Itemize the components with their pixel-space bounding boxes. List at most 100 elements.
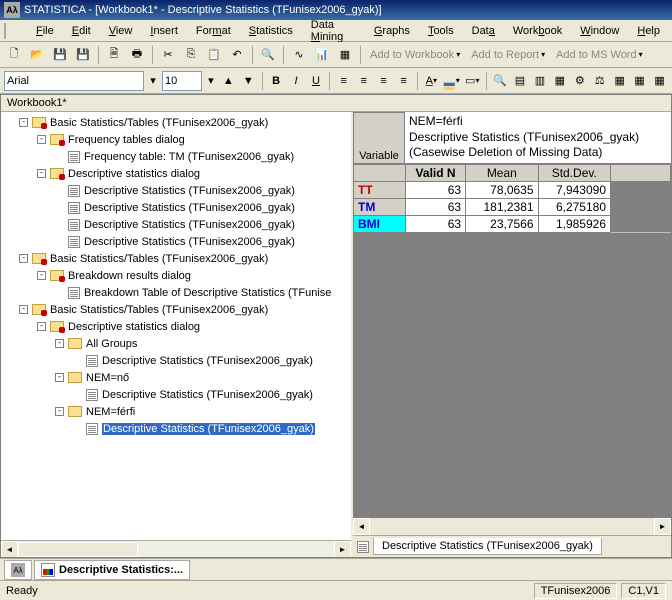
tree-item[interactable]: -NEM=férfi: [1, 403, 351, 420]
row-header[interactable]: TT: [354, 181, 406, 198]
tree-item[interactable]: -Basic Statistics/Tables (TFunisex2006_g…: [1, 301, 351, 318]
scroll-left-icon[interactable]: ◄: [353, 518, 370, 535]
tree-item[interactable]: Descriptive Statistics (TFunisex2006_gya…: [1, 199, 351, 216]
data-cell[interactable]: 63: [406, 215, 466, 232]
font-name-select[interactable]: [4, 71, 144, 91]
paste-button[interactable]: 📋: [204, 45, 224, 65]
menu-window[interactable]: Window: [572, 23, 627, 39]
cut-button[interactable]: ✂: [158, 45, 178, 65]
tree-item[interactable]: Descriptive Statistics (TFunisex2006_gya…: [1, 420, 351, 437]
data-cell[interactable]: 7,943090: [538, 181, 610, 198]
scroll-right-icon[interactable]: ►: [334, 541, 351, 558]
print-preview-button[interactable]: 🗎: [104, 45, 124, 65]
menu-tools[interactable]: Tools: [420, 23, 462, 39]
save-button[interactable]: 💾: [50, 45, 70, 65]
underline-button[interactable]: U: [307, 71, 324, 91]
menu-insert[interactable]: Insert: [142, 23, 186, 39]
zoom-button[interactable]: 🔍: [492, 71, 509, 91]
new-button[interactable]: 🗋: [4, 45, 24, 65]
tree-item[interactable]: -All Groups: [1, 335, 351, 352]
tree-item[interactable]: Descriptive Statistics (TFunisex2006_gya…: [1, 352, 351, 369]
markers-button[interactable]: ▦: [611, 71, 628, 91]
sheet-tab[interactable]: Descriptive Statistics (TFunisex2006_gya…: [373, 538, 602, 555]
bottom-tab-descriptive[interactable]: Descriptive Statistics:...: [34, 560, 190, 580]
tree-item[interactable]: -NEM=nő: [1, 369, 351, 386]
copy-button[interactable]: ⎘: [181, 45, 201, 65]
data-cell[interactable]: 23,7566: [466, 215, 538, 232]
weight-button[interactable]: ⚖: [591, 71, 608, 91]
add-word-button[interactable]: Add to MS Word ▾: [552, 47, 647, 63]
menu-view[interactable]: View: [101, 23, 141, 39]
scroll-thumb[interactable]: [18, 542, 138, 557]
macro-button[interactable]: ▦: [335, 45, 355, 65]
menu-statistics[interactable]: Statistics: [241, 23, 301, 39]
tree-toggle-icon[interactable]: -: [19, 305, 28, 314]
graphs-button[interactable]: 📊: [312, 45, 332, 65]
size-drop-icon[interactable]: ▾: [205, 71, 217, 91]
tree-item[interactable]: -Basic Statistics/Tables (TFunisex2006_g…: [1, 250, 351, 267]
tree-item[interactable]: Descriptive Statistics (TFunisex2006_gya…: [1, 233, 351, 250]
column-header[interactable]: Valid N: [406, 164, 466, 181]
border-color-button[interactable]: ▭▾: [464, 71, 481, 91]
cases-button[interactable]: ▥: [531, 71, 548, 91]
data-cell[interactable]: 63: [406, 181, 466, 198]
size-down-button[interactable]: ▼: [240, 71, 257, 91]
tree-item[interactable]: Descriptive Statistics (TFunisex2006_gya…: [1, 216, 351, 233]
grid-hscroll[interactable]: ◄ ►: [353, 518, 671, 535]
align-justify-button[interactable]: ≡: [395, 71, 412, 91]
tree-item[interactable]: Descriptive Statistics (TFunisex2006_gya…: [1, 386, 351, 403]
scroll-right-icon[interactable]: ►: [654, 518, 671, 535]
column-header[interactable]: Mean: [466, 164, 538, 181]
print-button[interactable]: 🖶: [127, 45, 147, 65]
font-color-button[interactable]: A▾: [423, 71, 440, 91]
font-drop-icon[interactable]: ▾: [147, 71, 159, 91]
font-size-select[interactable]: [162, 71, 202, 91]
undo-button[interactable]: ↶: [227, 45, 247, 65]
menu-edit[interactable]: Edit: [64, 23, 99, 39]
menu-workbook[interactable]: Workbook: [505, 23, 570, 39]
tree-item[interactable]: -Frequency tables dialog: [1, 131, 351, 148]
row-header[interactable]: TM: [354, 198, 406, 215]
tree-toggle-icon[interactable]: -: [37, 135, 46, 144]
tree-toggle-icon[interactable]: -: [55, 407, 64, 416]
menu-data[interactable]: Data: [464, 23, 503, 39]
find-button[interactable]: 🔍: [258, 45, 278, 65]
tree-item[interactable]: Descriptive Statistics (TFunisex2006_gya…: [1, 182, 351, 199]
menu-grip-icon[interactable]: [4, 23, 22, 39]
tree-item[interactable]: -Descriptive statistics dialog: [1, 318, 351, 335]
tree-toggle-icon[interactable]: -: [37, 322, 46, 331]
tree-item[interactable]: -Descriptive statistics dialog: [1, 165, 351, 182]
menu-format[interactable]: Format: [188, 23, 239, 39]
bold-button[interactable]: B: [268, 71, 285, 91]
bottom-tab-app[interactable]: Aλ: [4, 560, 32, 580]
tree-toggle-icon[interactable]: -: [19, 254, 28, 263]
tree-toggle-icon[interactable]: -: [19, 118, 28, 127]
add-workbook-button[interactable]: Add to Workbook ▾: [366, 47, 464, 63]
data-cell[interactable]: 63: [406, 198, 466, 215]
options-button[interactable]: ▦: [651, 71, 668, 91]
data-cell[interactable]: 1,985926: [538, 215, 610, 232]
sel-cond-button[interactable]: ⚙: [571, 71, 588, 91]
column-header[interactable]: Std.Dev.: [538, 164, 610, 181]
data-cell[interactable]: 6,275180: [538, 198, 610, 215]
data-cell[interactable]: 181,2381: [466, 198, 538, 215]
align-left-button[interactable]: ≡: [335, 71, 352, 91]
tree-toggle-icon[interactable]: -: [37, 271, 46, 280]
menu-file[interactable]: File: [28, 23, 62, 39]
add-report-button[interactable]: Add to Report ▾: [467, 47, 549, 63]
tree-item[interactable]: -Basic Statistics/Tables (TFunisex2006_g…: [1, 114, 351, 131]
align-right-button[interactable]: ≡: [375, 71, 392, 91]
tree-hscroll[interactable]: ◄ ►: [1, 540, 351, 557]
output-button[interactable]: ▦: [631, 71, 648, 91]
fill-color-button[interactable]: ▾: [443, 71, 461, 91]
menu-graphs[interactable]: Graphs: [366, 23, 418, 39]
row-header[interactable]: BMI: [354, 215, 406, 232]
stats-button[interactable]: ∿: [289, 45, 309, 65]
tree-item[interactable]: -Breakdown results dialog: [1, 267, 351, 284]
scroll-left-icon[interactable]: ◄: [1, 541, 18, 558]
italic-button[interactable]: I: [288, 71, 305, 91]
align-center-button[interactable]: ≡: [355, 71, 372, 91]
scroll-track[interactable]: [138, 541, 334, 558]
tree-item[interactable]: Frequency table: TM (TFunisex2006_gyak): [1, 148, 351, 165]
tree-toggle-icon[interactable]: -: [37, 169, 46, 178]
